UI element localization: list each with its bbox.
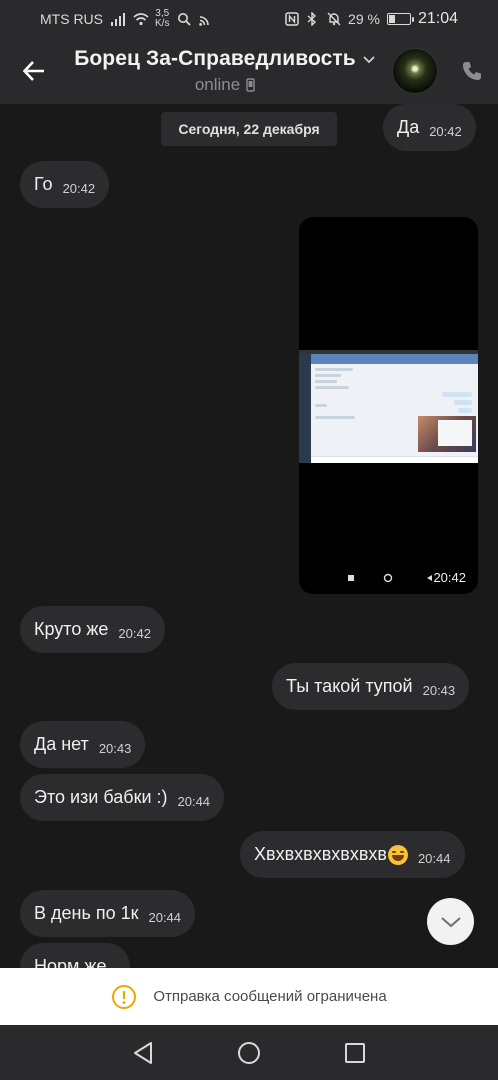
status-bar: MTS RUS 3,5 K/s 29 % 21:04: [0, 0, 498, 38]
message-time: 20:42: [433, 570, 466, 585]
battery-percent: 29 %: [348, 11, 380, 27]
thumb-bubble: [454, 400, 472, 405]
nav-recents-button[interactable]: [335, 1033, 375, 1073]
message-time: 20:42: [429, 124, 462, 139]
nav-home-button[interactable]: [229, 1033, 269, 1073]
message-incoming[interactable]: Это изи бабки :) 20:44: [20, 774, 225, 821]
battery-fill: [388, 15, 395, 23]
thumb-sidebar: [299, 354, 311, 463]
network-speed-unit: K/s: [155, 18, 170, 29]
message-text: Норм же: [34, 956, 107, 968]
message-text: Го: [34, 174, 53, 194]
thumb-line: [315, 404, 327, 407]
arrow-left-icon: [22, 61, 44, 81]
bluetooth-icon: [306, 11, 320, 27]
chat-header: Борец За-Справедливость online: [0, 38, 498, 104]
title-row: Борец За-Справедливость: [66, 47, 384, 71]
restriction-bar: Отправка сообщений ограничена: [0, 968, 498, 1025]
thumb-line: [315, 386, 349, 389]
nav-back-button[interactable]: [123, 1033, 163, 1073]
mute-bell-icon: [327, 12, 341, 26]
message-time: 20:43: [422, 683, 456, 698]
contact-title-block[interactable]: Борец За-Справедливость online: [66, 47, 384, 95]
restriction-text: Отправка сообщений ограничена: [153, 988, 387, 1005]
rofl-emoji-icon: [387, 844, 408, 865]
thumb-input: [311, 456, 478, 463]
message-incoming[interactable]: Да нет 20:43: [20, 721, 146, 768]
message-outgoing[interactable]: Ты такой тупой 20:43: [272, 663, 470, 710]
screenshot-thumbnail: [299, 350, 478, 463]
message-time: 20:42: [118, 626, 151, 641]
network-speed: 3,5 K/s: [155, 9, 169, 29]
message-text: В день по 1к: [34, 903, 139, 923]
circle-home-icon: [238, 1041, 260, 1064]
subtitle-row: online: [66, 75, 384, 95]
message-incoming[interactable]: В день по 1к 20:44: [20, 890, 196, 937]
system-navigation-bar: [0, 1025, 498, 1080]
clock: 21:04: [417, 10, 458, 27]
message-time: 20:42: [62, 181, 96, 196]
mobile-phone-icon: [246, 78, 255, 92]
message-time: 20:43: [98, 741, 132, 756]
chevron-down-icon: [363, 56, 375, 64]
battery-icon: [386, 13, 414, 25]
avatar[interactable]: [392, 48, 438, 94]
signal-icon: [111, 12, 125, 26]
message-outgoing[interactable]: Хвхвхвхвхвхвхв 20:44: [240, 831, 465, 878]
status-right: 29 % 21:04: [285, 10, 458, 28]
screen: MTS RUS 3,5 K/s 29 % 21:04 Борец За-Спра…: [0, 0, 498, 1080]
image-message[interactable]: 20:42: [299, 217, 478, 594]
thumb-header: [311, 354, 478, 364]
search-icon: [177, 12, 192, 26]
thumb-bubble: [442, 392, 472, 397]
chevron-down-icon: [440, 916, 461, 927]
status-left: MTS RUS 3,5 K/s: [40, 9, 213, 29]
date-separator: Сегодня, 22 декабря: [161, 112, 337, 146]
call-button[interactable]: [452, 51, 492, 91]
message-text: Это изи бабки :): [34, 787, 168, 807]
thumb-dialog: [438, 420, 472, 446]
thumb-line: [315, 416, 355, 419]
message-outgoing[interactable]: Да 20:42: [383, 104, 476, 151]
thumb-bubble: [458, 408, 472, 413]
message-time: 20:44: [417, 851, 451, 866]
carrier-label: MTS RUS: [40, 11, 103, 27]
warning-icon: [112, 984, 137, 1009]
message-text: Да нет: [34, 734, 89, 754]
message-text: Да: [397, 117, 420, 137]
square-recents-icon: [345, 1042, 365, 1063]
thumb-line: [315, 380, 337, 383]
thumb-line: [315, 374, 341, 377]
back-button[interactable]: [14, 51, 54, 91]
message-text: Хвхвхвхвхвхвхв: [254, 844, 387, 864]
wifi-icon: [133, 12, 149, 26]
contact-status: online: [194, 75, 241, 94]
message-time: 20:44: [148, 910, 182, 925]
message-time: 20:44: [177, 794, 211, 809]
phone-icon: [463, 62, 481, 80]
contact-name: Борец За-Справедливость: [74, 47, 356, 70]
triangle-back-icon: [134, 1041, 152, 1064]
message-text: Круто же: [34, 619, 109, 639]
scroll-down-button[interactable]: [427, 898, 474, 945]
nfc-icon: [285, 12, 299, 26]
message-incoming[interactable]: Круто же 20:42: [20, 606, 165, 653]
message-text: Ты такой тупой: [286, 676, 413, 696]
chat-area[interactable]: Сегодня, 22 декабря Да 20:42 Го 20:42 20…: [0, 104, 498, 968]
message-incoming[interactable]: Норм же: [20, 943, 131, 968]
thumb-line: [315, 368, 353, 371]
message-incoming[interactable]: Го 20:42: [20, 161, 110, 208]
cast-icon: [199, 12, 213, 26]
